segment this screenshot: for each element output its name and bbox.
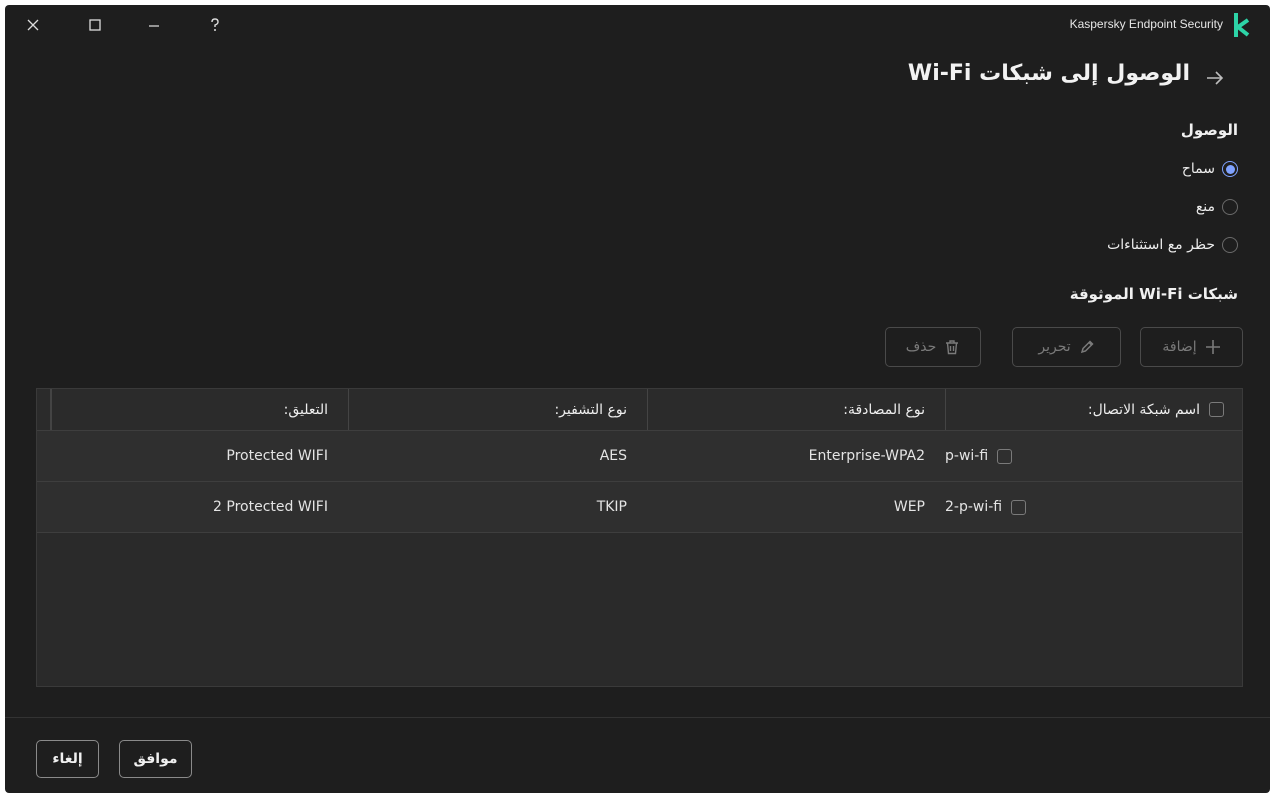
add-button-label: إضافة xyxy=(1162,339,1197,355)
maximize-button[interactable] xyxy=(83,13,107,37)
radio-block-with-exceptions-indicator[interactable] xyxy=(1222,237,1238,253)
radio-block-with-exceptions[interactable]: حظر مع استثناءات xyxy=(1107,234,1238,256)
delete-button-label: حذف xyxy=(905,339,937,355)
column-header-comment[interactable]: التعليق: xyxy=(51,389,348,430)
cancel-button[interactable]: إلغاء xyxy=(36,740,99,778)
table-row[interactable]: 2-p-wi-fi WEP TKIP 2 Protected WIFI xyxy=(37,482,1242,533)
cell-encryption-type: TKIP xyxy=(596,499,627,515)
trusted-networks-label: شبكات Wi-Fi الموثوقة xyxy=(1069,285,1238,303)
cell-network-name: 2-p-wi-fi xyxy=(945,482,1244,532)
cell-comment: Protected WIFI xyxy=(226,448,328,464)
add-button[interactable]: إضافة xyxy=(1140,327,1243,367)
radio-allow-label: سماح xyxy=(1181,161,1215,177)
column-header-encryption-type[interactable]: نوع التشفير: xyxy=(348,389,647,430)
cell-network-name-text: 2-p-wi-fi xyxy=(945,499,1003,515)
cell-network-name-text: p-wi-fi xyxy=(945,448,989,464)
radio-block-with-exceptions-label: حظر مع استثناءات xyxy=(1107,237,1215,253)
column-header-auth-type-label: نوع المصادقة: xyxy=(843,401,925,418)
trash-icon xyxy=(946,340,959,355)
title-bar: Kaspersky Endpoint Security xyxy=(5,5,1270,45)
help-icon xyxy=(211,18,219,31)
minimize-button[interactable] xyxy=(142,13,166,37)
maximize-icon xyxy=(89,19,101,31)
pencil-icon xyxy=(1080,340,1094,354)
minimize-icon xyxy=(149,25,159,27)
plus-icon xyxy=(1205,340,1220,354)
column-header-encryption-type-label: نوع التشفير: xyxy=(554,401,627,418)
table-row[interactable]: p-wi-fi Enterprise-WPA2 AES Protected WI… xyxy=(37,431,1242,482)
cell-auth-type: WEP xyxy=(893,499,925,515)
footer-divider xyxy=(5,717,1270,718)
column-header-comment-label: التعليق: xyxy=(283,401,328,418)
cell-comment: 2 Protected WIFI xyxy=(213,499,328,515)
header-spacer xyxy=(37,389,51,430)
help-button[interactable] xyxy=(203,13,227,37)
column-header-auth-type[interactable]: نوع المصادقة: xyxy=(647,389,945,430)
cell-network-name: p-wi-fi xyxy=(945,431,1244,481)
cell-encryption-type: AES xyxy=(599,448,627,464)
access-label: الوصول xyxy=(1180,121,1238,139)
column-header-network-name-label: اسم شبكة الاتصال: xyxy=(1087,401,1200,418)
edit-button-label: تحرير xyxy=(1038,339,1071,355)
radio-block-indicator[interactable] xyxy=(1222,199,1238,215)
row-checkbox[interactable] xyxy=(1011,499,1027,515)
select-all-checkbox[interactable] xyxy=(1209,402,1224,417)
close-button[interactable] xyxy=(21,13,45,37)
cell-auth-type: Enterprise-WPA2 xyxy=(808,448,925,464)
column-header-network-name[interactable]: اسم شبكة الاتصال: xyxy=(945,389,1244,430)
radio-allow[interactable]: سماح xyxy=(1182,158,1238,180)
kaspersky-logo-icon xyxy=(1234,13,1250,37)
app-name: Kaspersky Endpoint Security xyxy=(1069,17,1223,31)
page-title: الوصول إلى شبكات Wi-Fi xyxy=(907,61,1190,86)
radio-allow-indicator[interactable] xyxy=(1222,161,1238,177)
radio-block[interactable]: منع xyxy=(1196,196,1238,218)
row-checkbox[interactable] xyxy=(997,448,1013,464)
edit-button[interactable]: تحرير xyxy=(1012,327,1121,367)
table-header: اسم شبكة الاتصال: نوع المصادقة: نوع التش… xyxy=(37,389,1242,431)
delete-button[interactable]: حذف xyxy=(885,327,981,367)
radio-block-label: منع xyxy=(1195,199,1215,215)
dialog-window: Kaspersky Endpoint Security الوصول إلى ش… xyxy=(5,5,1270,793)
trusted-networks-table: اسم شبكة الاتصال: نوع المصادقة: نوع التش… xyxy=(36,388,1243,687)
close-icon xyxy=(27,19,39,31)
back-arrow-icon[interactable] xyxy=(1202,65,1228,91)
ok-button[interactable]: موافق xyxy=(119,740,192,778)
